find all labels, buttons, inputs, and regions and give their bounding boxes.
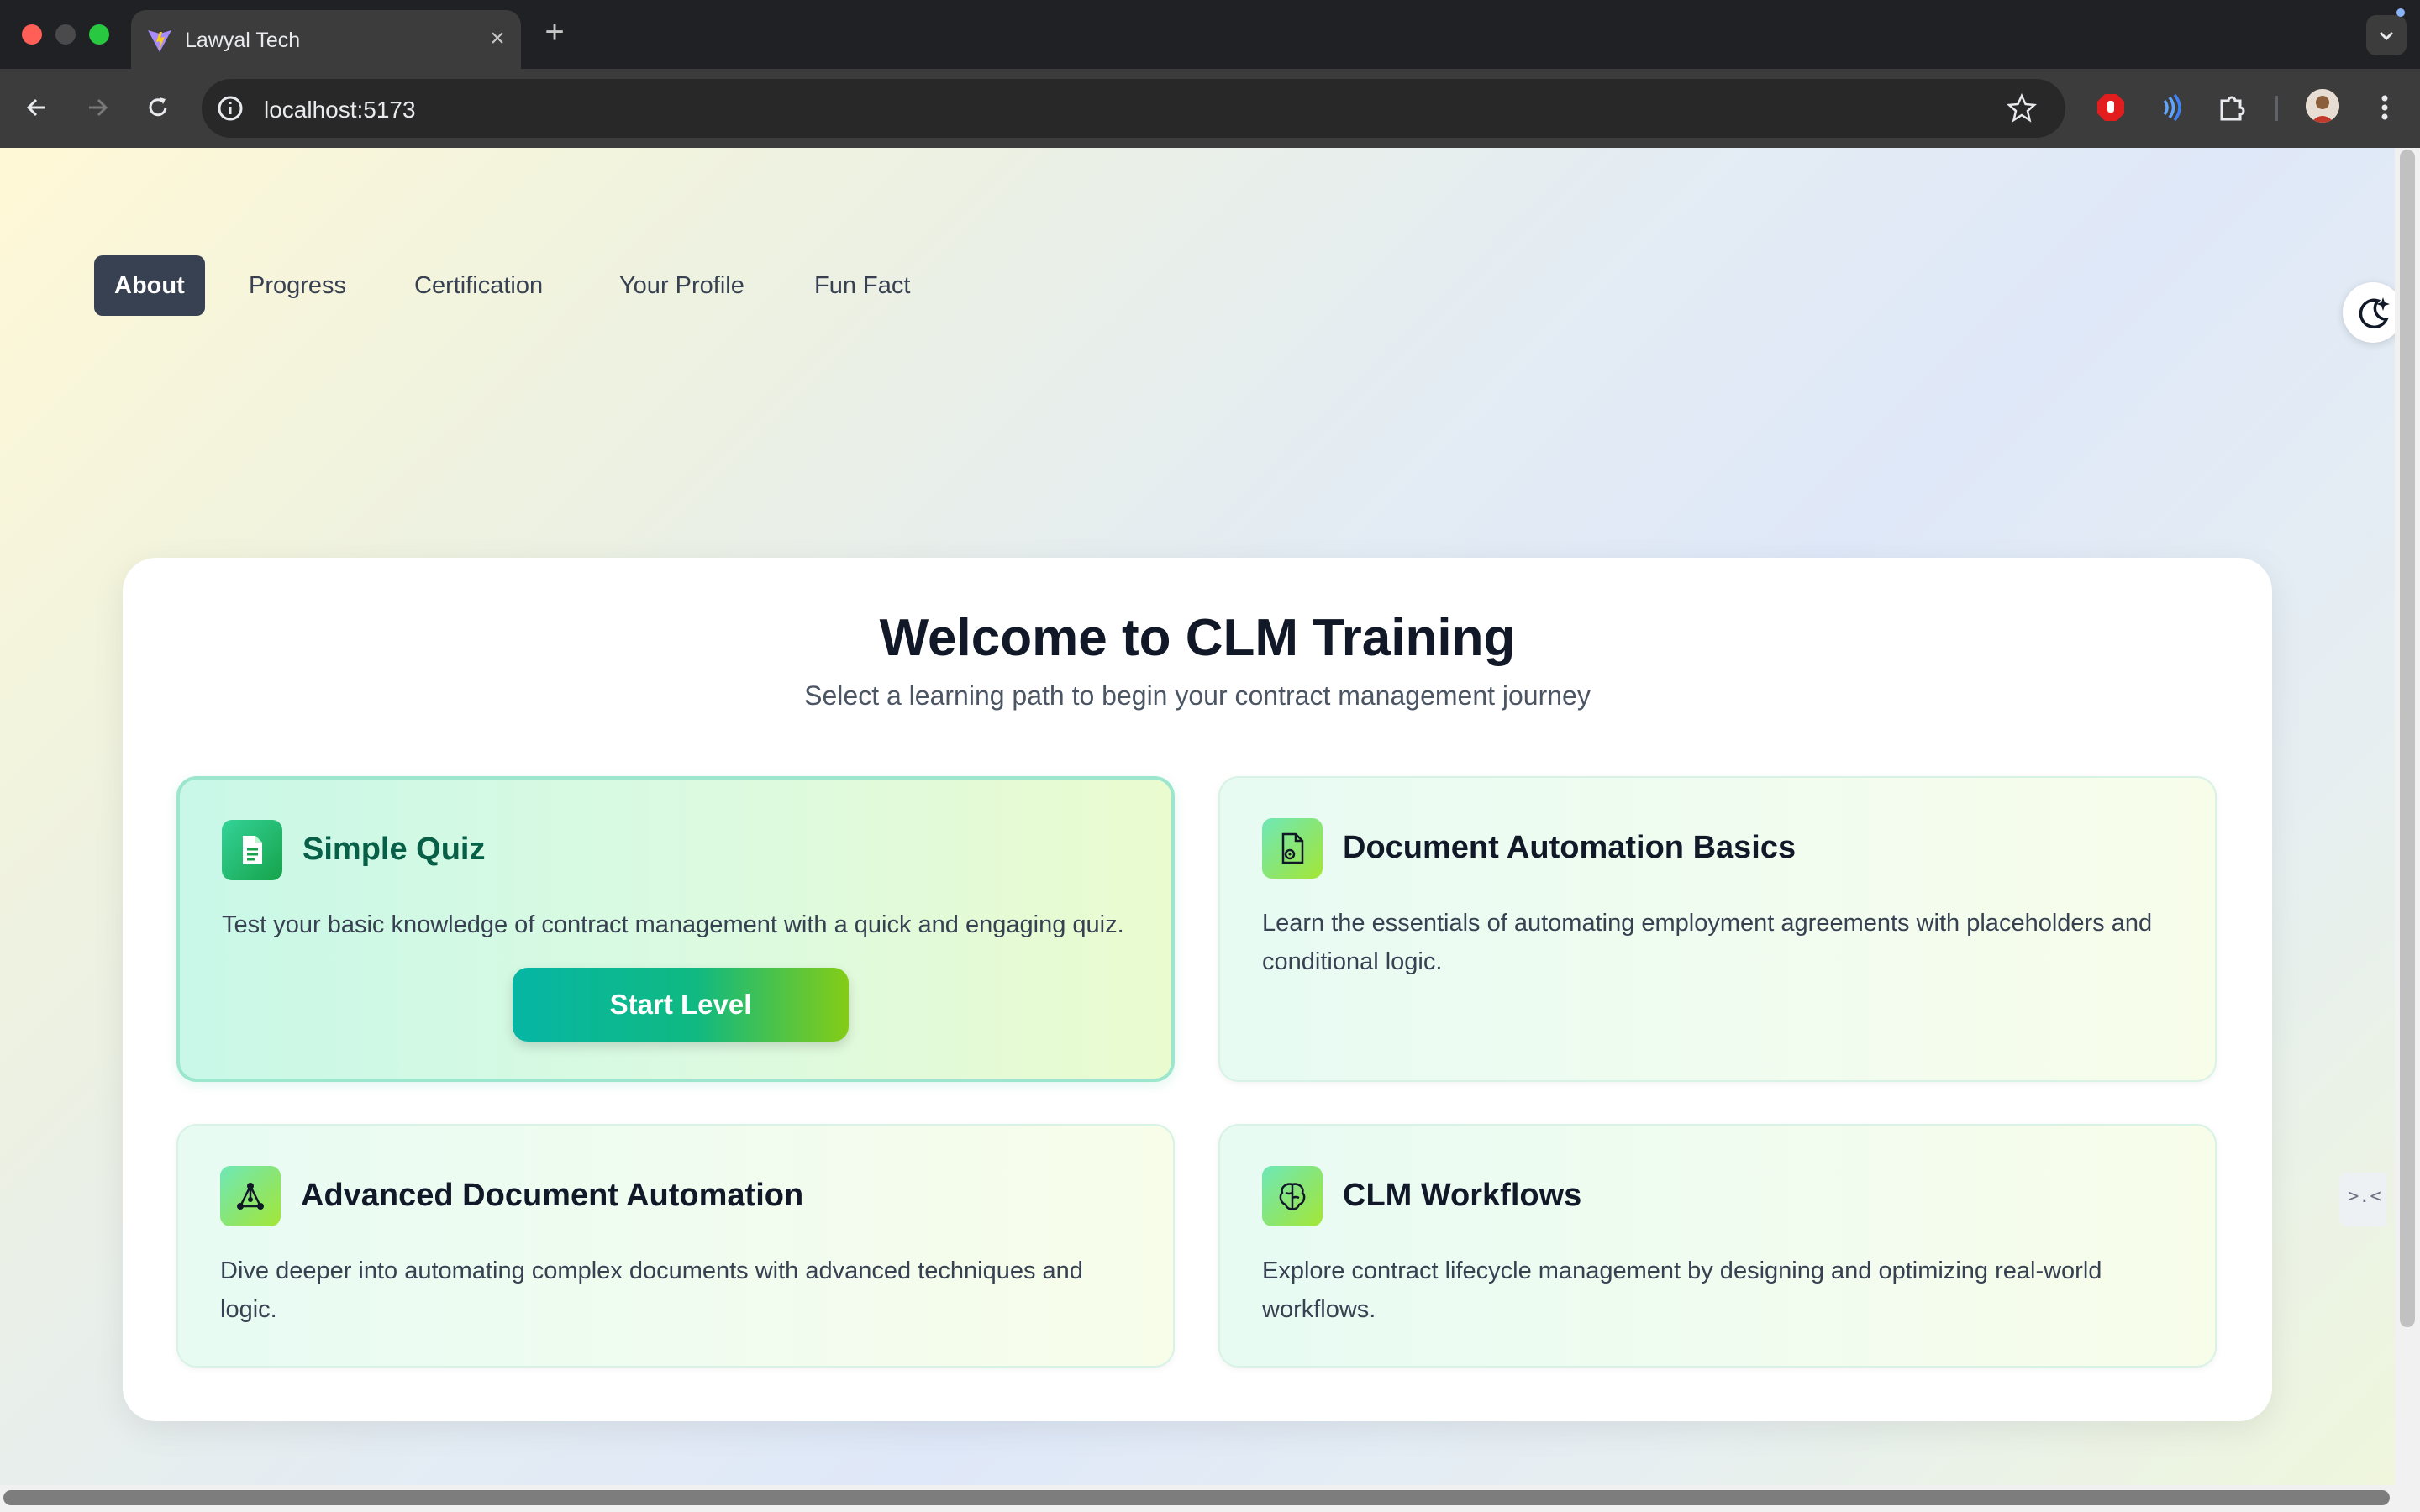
arrow-right-icon bbox=[89, 98, 108, 117]
page-viewport: About Progress Certification Your Profil… bbox=[0, 148, 2395, 1485]
chevron-down-icon bbox=[2379, 31, 2394, 41]
card-icon-badge bbox=[1262, 1166, 1323, 1226]
ad-block-extension-icon[interactable] bbox=[2094, 91, 2128, 124]
nav-certification[interactable]: Certification bbox=[414, 255, 543, 316]
toolbar-divider bbox=[2275, 96, 2278, 121]
tab-title: Lawyal Tech bbox=[185, 29, 301, 52]
bookmark-star-icon[interactable] bbox=[2007, 93, 2037, 123]
arrow-left-icon bbox=[26, 98, 45, 117]
vite-logo-icon bbox=[148, 30, 171, 52]
learning-path-card-simple-quiz[interactable]: Simple Quiz Test your basic knowledge of… bbox=[176, 776, 1175, 1082]
close-window-button[interactable] bbox=[22, 24, 42, 45]
card-icon-badge bbox=[220, 1166, 281, 1226]
card-title: Simple Quiz bbox=[302, 832, 486, 867]
browser-tab[interactable]: Lawyal Tech × bbox=[131, 10, 521, 69]
file-gear-icon bbox=[1281, 832, 1304, 864]
forward-button[interactable] bbox=[77, 87, 118, 128]
info-icon[interactable] bbox=[213, 92, 247, 125]
side-widget-tab[interactable]: >.< bbox=[2339, 1173, 2386, 1226]
url-text: localhost:5173 bbox=[264, 97, 416, 123]
card-icon-badge bbox=[222, 820, 282, 880]
card-description: Explore contract lifecycle management by… bbox=[1262, 1257, 2102, 1323]
learning-path-card-advanced-document-automation[interactable]: Advanced Document Automation Dive deeper… bbox=[176, 1124, 1175, 1368]
back-button[interactable] bbox=[17, 87, 57, 128]
nav-fun-fact[interactable]: Fun Fact bbox=[814, 255, 910, 316]
nav-progress[interactable]: Progress bbox=[249, 255, 346, 316]
page-title: Welcome to CLM Training bbox=[879, 609, 1516, 667]
learning-path-card-document-automation-basics[interactable]: Document Automation Basics Learn the ess… bbox=[1218, 776, 2217, 1082]
new-tab-icon[interactable]: + bbox=[538, 15, 571, 49]
reload-icon bbox=[149, 97, 167, 117]
learning-path-card-clm-workflows[interactable]: CLM Workflows Explore contract lifecycle… bbox=[1218, 1124, 2217, 1368]
card-title: Document Automation Basics bbox=[1343, 830, 1797, 865]
card-icon-badge bbox=[1262, 818, 1323, 879]
horizontal-scrollbar[interactable] bbox=[0, 1485, 2420, 1512]
card-description: Dive deeper into automating complex docu… bbox=[220, 1257, 1083, 1323]
brain-icon bbox=[1279, 1183, 1306, 1210]
page-subtitle: Select a learning path to begin your con… bbox=[804, 680, 1591, 711]
browser-tab-bar: Lawyal Tech × + bbox=[0, 0, 2420, 69]
document-icon bbox=[243, 836, 262, 864]
nav-about[interactable]: About bbox=[94, 255, 205, 316]
moon-sparkle-icon bbox=[2359, 297, 2390, 329]
tab-close-icon[interactable]: × bbox=[482, 24, 513, 54]
vertical-scrollbar[interactable] bbox=[2395, 148, 2420, 1485]
card-description: Test your basic knowledge of contract ma… bbox=[222, 911, 1124, 938]
nav-your-profile[interactable]: Your Profile bbox=[619, 255, 744, 316]
voice-extension-icon[interactable] bbox=[2154, 91, 2188, 124]
address-bar[interactable]: localhost:5173 bbox=[202, 79, 2065, 138]
reload-button[interactable] bbox=[138, 87, 178, 128]
theme-toggle-button[interactable] bbox=[2343, 282, 2395, 343]
card-title: Advanced Document Automation bbox=[301, 1178, 804, 1213]
code-icon: >.< bbox=[2348, 1186, 2381, 1207]
welcome-card: Welcome to CLM Training Select a learnin… bbox=[123, 558, 2272, 1421]
tab-search-button[interactable] bbox=[2366, 15, 2407, 55]
card-title: CLM Workflows bbox=[1343, 1178, 1582, 1213]
notification-dot bbox=[2396, 8, 2405, 17]
network-icon bbox=[237, 1183, 264, 1210]
puzzle-piece-icon[interactable] bbox=[2215, 91, 2249, 124]
maximize-window-button[interactable] bbox=[89, 24, 109, 45]
start-level-button[interactable]: Start Level bbox=[513, 968, 849, 1042]
profile-avatar[interactable] bbox=[2306, 89, 2339, 123]
vertical-scroll-thumb[interactable] bbox=[2400, 150, 2415, 1327]
minimize-window-button[interactable] bbox=[55, 24, 76, 45]
browser-toolbar: localhost:5173 bbox=[0, 69, 2420, 148]
card-description: Learn the essentials of automating emplo… bbox=[1262, 910, 2153, 975]
more-menu-icon[interactable] bbox=[2368, 91, 2402, 124]
horizontal-scroll-thumb[interactable] bbox=[3, 1490, 2390, 1505]
